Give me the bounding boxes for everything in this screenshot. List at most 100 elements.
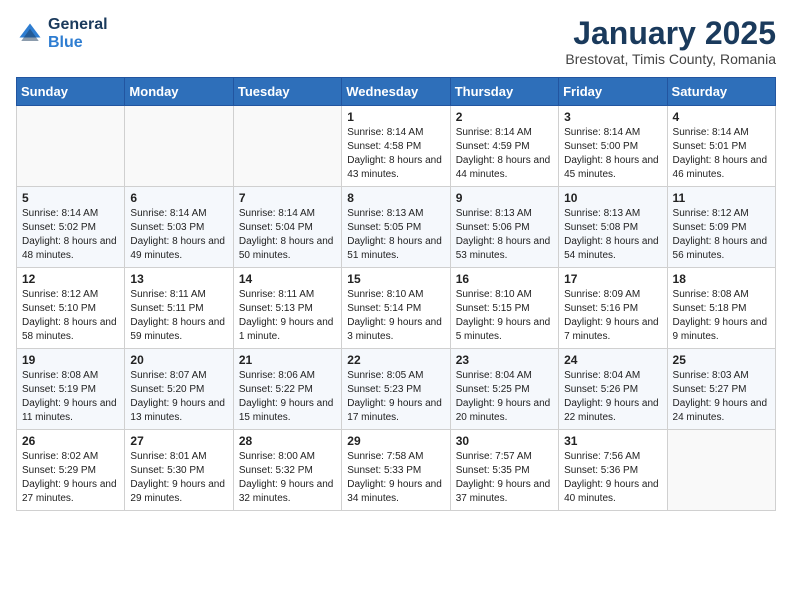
calendar-cell: 1 Sunrise: 8:14 AM Sunset: 4:58 PM Daylig… bbox=[342, 106, 450, 187]
day-number: 19 bbox=[22, 353, 119, 367]
calendar-cell bbox=[667, 430, 775, 511]
location-subtitle: Brestovat, Timis County, Romania bbox=[565, 51, 776, 67]
calendar-cell bbox=[125, 106, 233, 187]
day-info: Sunrise: 8:12 AM Sunset: 5:09 PM Dayligh… bbox=[673, 207, 770, 263]
day-info: Sunrise: 8:11 AM Sunset: 5:11 PM Dayligh… bbox=[130, 288, 227, 344]
calendar-cell: 10Sunrise: 8:13 AM Sunset: 5:08 PM Dayli… bbox=[559, 187, 667, 268]
calendar-table: SundayMondayTuesdayWednesdayThursdayFrid… bbox=[16, 77, 776, 511]
title-block: January 2025 Brestovat, Timis County, Ro… bbox=[565, 16, 776, 67]
day-info: Sunrise: 8:09 AM Sunset: 5:16 PM Dayligh… bbox=[564, 288, 661, 344]
day-number: 25 bbox=[673, 353, 770, 367]
calendar-cell: 23 Sunrise: 8:04 AM Sunset: 5:25 PM Dayli… bbox=[450, 349, 558, 430]
page-header: General Blue January 2025 Brestovat, Tim… bbox=[16, 16, 776, 67]
day-info: Sunrise: 8:11 AM Sunset: 5:13 PM Dayligh… bbox=[239, 288, 336, 344]
day-number: 29 bbox=[347, 434, 444, 448]
calendar-cell: 7 Sunrise: 8:14 AM Sunset: 5:04 PM Daylig… bbox=[233, 187, 341, 268]
day-number: 3 bbox=[564, 110, 661, 124]
day-number: 27 bbox=[130, 434, 227, 448]
calendar-cell: 24Sunrise: 8:04 AM Sunset: 5:26 PM Dayli… bbox=[559, 349, 667, 430]
day-number: 5 bbox=[22, 191, 119, 205]
day-number: 12 bbox=[22, 272, 119, 286]
calendar-cell bbox=[233, 106, 341, 187]
day-number: 1 bbox=[347, 110, 444, 124]
day-number: 17 bbox=[564, 272, 661, 286]
day-info: Sunrise: 8:14 AM Sunset: 5:00 PM Dayligh… bbox=[564, 126, 661, 182]
calendar-cell: 22 Sunrise: 8:05 AM Sunset: 5:23 PM Dayli… bbox=[342, 349, 450, 430]
day-number: 22 bbox=[347, 353, 444, 367]
calendar-cell: 27 Sunrise: 8:01 AM Sunset: 5:30 PM Dayli… bbox=[125, 430, 233, 511]
calendar-header-row: SundayMondayTuesdayWednesdayThursdayFrid… bbox=[17, 78, 776, 106]
day-number: 10 bbox=[564, 191, 661, 205]
day-info: Sunrise: 8:08 AM Sunset: 5:19 PM Dayligh… bbox=[22, 369, 119, 425]
day-info: Sunrise: 8:08 AM Sunset: 5:18 PM Dayligh… bbox=[673, 288, 770, 344]
calendar-cell: 2Sunrise: 8:14 AM Sunset: 4:59 PM Daylig… bbox=[450, 106, 558, 187]
calendar-cell: 26Sunrise: 8:02 AM Sunset: 5:29 PM Dayli… bbox=[17, 430, 125, 511]
day-info: Sunrise: 8:02 AM Sunset: 5:29 PM Dayligh… bbox=[22, 450, 119, 506]
calendar-week-5: 26Sunrise: 8:02 AM Sunset: 5:29 PM Dayli… bbox=[17, 430, 776, 511]
month-year-title: January 2025 bbox=[565, 16, 776, 51]
day-number: 14 bbox=[239, 272, 336, 286]
day-number: 24 bbox=[564, 353, 661, 367]
calendar-cell: 5 Sunrise: 8:14 AM Sunset: 5:02 PM Daylig… bbox=[17, 187, 125, 268]
day-info: Sunrise: 8:00 AM Sunset: 5:32 PM Dayligh… bbox=[239, 450, 336, 506]
day-info: Sunrise: 7:56 AM Sunset: 5:36 PM Dayligh… bbox=[564, 450, 661, 506]
calendar-cell: 29 Sunrise: 7:58 AM Sunset: 5:33 PM Dayli… bbox=[342, 430, 450, 511]
calendar-cell: 16 Sunrise: 8:10 AM Sunset: 5:15 PM Dayli… bbox=[450, 268, 558, 349]
weekday-header-monday: Monday bbox=[125, 78, 233, 106]
calendar-cell: 13 Sunrise: 8:11 AM Sunset: 5:11 PM Dayli… bbox=[125, 268, 233, 349]
day-info: Sunrise: 8:03 AM Sunset: 5:27 PM Dayligh… bbox=[673, 369, 770, 425]
day-number: 4 bbox=[673, 110, 770, 124]
day-number: 23 bbox=[456, 353, 553, 367]
calendar-week-1: 1 Sunrise: 8:14 AM Sunset: 4:58 PM Daylig… bbox=[17, 106, 776, 187]
day-number: 8 bbox=[347, 191, 444, 205]
day-number: 20 bbox=[130, 353, 227, 367]
day-info: Sunrise: 8:05 AM Sunset: 5:23 PM Dayligh… bbox=[347, 369, 444, 425]
day-info: Sunrise: 8:14 AM Sunset: 5:01 PM Dayligh… bbox=[673, 126, 770, 182]
calendar-cell: 19 Sunrise: 8:08 AM Sunset: 5:19 PM Dayli… bbox=[17, 349, 125, 430]
calendar-week-2: 5 Sunrise: 8:14 AM Sunset: 5:02 PM Daylig… bbox=[17, 187, 776, 268]
day-number: 2 bbox=[456, 110, 553, 124]
calendar-cell: 30 Sunrise: 7:57 AM Sunset: 5:35 PM Dayli… bbox=[450, 430, 558, 511]
calendar-cell: 17 Sunrise: 8:09 AM Sunset: 5:16 PM Dayli… bbox=[559, 268, 667, 349]
day-info: Sunrise: 7:57 AM Sunset: 5:35 PM Dayligh… bbox=[456, 450, 553, 506]
calendar-week-3: 12 Sunrise: 8:12 AM Sunset: 5:10 PM Dayli… bbox=[17, 268, 776, 349]
day-info: Sunrise: 8:12 AM Sunset: 5:10 PM Dayligh… bbox=[22, 288, 119, 344]
day-info: Sunrise: 8:01 AM Sunset: 5:30 PM Dayligh… bbox=[130, 450, 227, 506]
calendar-cell: 20 Sunrise: 8:07 AM Sunset: 5:20 PM Dayli… bbox=[125, 349, 233, 430]
day-info: Sunrise: 8:14 AM Sunset: 4:58 PM Dayligh… bbox=[347, 126, 444, 182]
day-number: 31 bbox=[564, 434, 661, 448]
day-info: Sunrise: 7:58 AM Sunset: 5:33 PM Dayligh… bbox=[347, 450, 444, 506]
calendar-cell: 9Sunrise: 8:13 AM Sunset: 5:06 PM Daylig… bbox=[450, 187, 558, 268]
day-info: Sunrise: 8:14 AM Sunset: 5:04 PM Dayligh… bbox=[239, 207, 336, 263]
calendar-cell: 14 Sunrise: 8:11 AM Sunset: 5:13 PM Dayli… bbox=[233, 268, 341, 349]
day-info: Sunrise: 8:14 AM Sunset: 5:02 PM Dayligh… bbox=[22, 207, 119, 263]
logo-text-general: General bbox=[48, 16, 108, 34]
day-number: 13 bbox=[130, 272, 227, 286]
day-number: 6 bbox=[130, 191, 227, 205]
day-number: 7 bbox=[239, 191, 336, 205]
day-info: Sunrise: 8:10 AM Sunset: 5:15 PM Dayligh… bbox=[456, 288, 553, 344]
calendar-cell: 6 Sunrise: 8:14 AM Sunset: 5:03 PM Daylig… bbox=[125, 187, 233, 268]
day-number: 28 bbox=[239, 434, 336, 448]
weekday-header-wednesday: Wednesday bbox=[342, 78, 450, 106]
weekday-header-tuesday: Tuesday bbox=[233, 78, 341, 106]
calendar-cell: 15 Sunrise: 8:10 AM Sunset: 5:14 PM Dayli… bbox=[342, 268, 450, 349]
calendar-cell: 8 Sunrise: 8:13 AM Sunset: 5:05 PM Daylig… bbox=[342, 187, 450, 268]
calendar-cell: 4 Sunrise: 8:14 AM Sunset: 5:01 PM Daylig… bbox=[667, 106, 775, 187]
calendar-cell bbox=[17, 106, 125, 187]
calendar-cell: 18Sunrise: 8:08 AM Sunset: 5:18 PM Dayli… bbox=[667, 268, 775, 349]
logo-text-blue: Blue bbox=[48, 34, 108, 52]
calendar-cell: 11Sunrise: 8:12 AM Sunset: 5:09 PM Dayli… bbox=[667, 187, 775, 268]
calendar-cell: 31 Sunrise: 7:56 AM Sunset: 5:36 PM Dayli… bbox=[559, 430, 667, 511]
day-info: Sunrise: 8:07 AM Sunset: 5:20 PM Dayligh… bbox=[130, 369, 227, 425]
day-info: Sunrise: 8:14 AM Sunset: 5:03 PM Dayligh… bbox=[130, 207, 227, 263]
calendar-cell: 25 Sunrise: 8:03 AM Sunset: 5:27 PM Dayli… bbox=[667, 349, 775, 430]
day-number: 30 bbox=[456, 434, 553, 448]
day-info: Sunrise: 8:13 AM Sunset: 5:05 PM Dayligh… bbox=[347, 207, 444, 263]
day-info: Sunrise: 8:04 AM Sunset: 5:25 PM Dayligh… bbox=[456, 369, 553, 425]
day-info: Sunrise: 8:10 AM Sunset: 5:14 PM Dayligh… bbox=[347, 288, 444, 344]
day-number: 15 bbox=[347, 272, 444, 286]
calendar-week-4: 19 Sunrise: 8:08 AM Sunset: 5:19 PM Dayli… bbox=[17, 349, 776, 430]
day-number: 16 bbox=[456, 272, 553, 286]
weekday-header-saturday: Saturday bbox=[667, 78, 775, 106]
